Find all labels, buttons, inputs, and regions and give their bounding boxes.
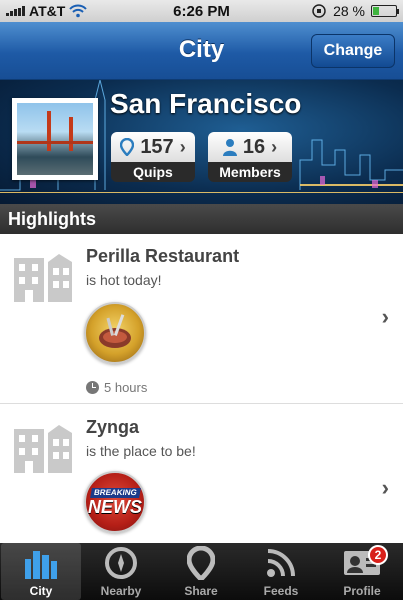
tab-label: Profile bbox=[343, 584, 381, 598]
place-status: is hot today! bbox=[86, 272, 162, 288]
battery-icon bbox=[371, 5, 399, 17]
location-pin-icon bbox=[120, 138, 135, 156]
building-icon bbox=[14, 425, 72, 473]
battery-percent: 28 % bbox=[333, 3, 365, 19]
tab-feeds[interactable]: Feeds bbox=[241, 543, 321, 600]
person-icon bbox=[222, 139, 237, 156]
building-icon bbox=[14, 254, 72, 302]
tab-label: City bbox=[29, 584, 53, 598]
tab-profile[interactable]: Profile 2 bbox=[322, 543, 402, 600]
golden-gate-photo bbox=[17, 103, 93, 175]
clock-icon bbox=[86, 381, 99, 394]
highlights-header: Highlights bbox=[0, 204, 403, 234]
tab-bar: City Nearby Share Feeds Profile 2 bbox=[0, 543, 403, 600]
quips-label: Quips bbox=[111, 162, 195, 182]
city-photo[interactable] bbox=[12, 98, 98, 180]
chevron-right-icon: › bbox=[381, 475, 389, 500]
chevron-right-icon: › bbox=[179, 136, 186, 157]
feed-item[interactable]: Zynga is the place to be! BREAKING NEWS … bbox=[0, 405, 403, 543]
item-timestamp: 5 hours bbox=[86, 380, 147, 395]
quips-count: 157 bbox=[140, 135, 174, 158]
place-status: is the place to be! bbox=[86, 443, 196, 459]
steak-badge-icon bbox=[84, 302, 146, 364]
navigation-bar: City Change bbox=[0, 22, 403, 80]
rss-icon bbox=[266, 545, 296, 581]
tab-nearby[interactable]: Nearby bbox=[81, 543, 161, 600]
notification-badge: 2 bbox=[368, 545, 388, 565]
members-button[interactable]: 16 › Members bbox=[208, 132, 292, 182]
place-name: Perilla Restaurant bbox=[86, 246, 240, 266]
orientation-lock-icon bbox=[312, 4, 326, 18]
location-pin-icon bbox=[187, 545, 215, 581]
breaking-news-badge-icon: BREAKING NEWS bbox=[84, 471, 146, 533]
members-label: Members bbox=[208, 162, 292, 182]
tab-label: Feeds bbox=[263, 584, 299, 598]
tab-city[interactable]: City bbox=[1, 543, 81, 600]
members-count: 16 bbox=[242, 135, 266, 158]
change-city-button[interactable]: Change bbox=[311, 34, 395, 68]
chevron-right-icon: › bbox=[271, 136, 278, 157]
badge-text-top: BREAKING bbox=[89, 488, 141, 498]
timestamp-text: 5 hours bbox=[104, 380, 148, 395]
status-bar: AT&T 6:26 PM 28 % bbox=[0, 0, 403, 22]
place-name: Zynga bbox=[86, 417, 140, 437]
tab-label: Nearby bbox=[100, 584, 142, 598]
quips-button[interactable]: 157 › Quips bbox=[111, 132, 195, 182]
status-right: 28 % bbox=[311, 3, 399, 19]
badge-text-main: NEWS bbox=[88, 497, 142, 517]
tab-label: Share bbox=[184, 584, 218, 598]
feed-item[interactable]: Perilla Restaurant is hot today! › 5 hou… bbox=[0, 234, 403, 404]
chevron-right-icon: › bbox=[381, 304, 389, 329]
tab-share[interactable]: Share bbox=[161, 543, 241, 600]
compass-icon bbox=[104, 545, 138, 581]
city-banner: San Francisco 157 › Quips 16 › Members bbox=[0, 80, 403, 204]
city-icon bbox=[23, 545, 59, 581]
city-name: San Francisco bbox=[110, 88, 302, 119]
